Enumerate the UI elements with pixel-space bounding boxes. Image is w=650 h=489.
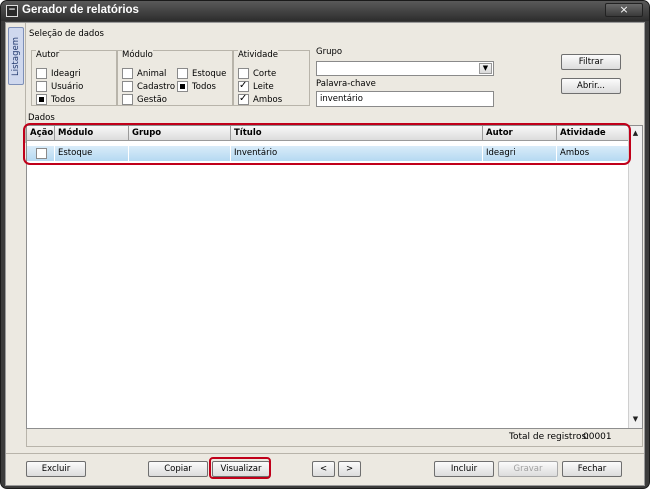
modulo-group: Módulo Animal Estoque Cadastro Todos Ges…	[117, 50, 233, 106]
excluir-button[interactable]: Excluir	[26, 461, 86, 477]
fechar-label: Fechar	[577, 464, 607, 474]
modulo-option-cadastro[interactable]: Cadastro	[122, 81, 175, 92]
data-grid: Ação Módulo Grupo Título Autor Atividade…	[26, 125, 643, 429]
next-label: >	[345, 464, 354, 474]
incluir-button[interactable]: Incluir	[434, 461, 494, 477]
modulo-option-gestao[interactable]: Gestão	[122, 94, 167, 105]
usuario-checkbox[interactable]	[36, 81, 47, 92]
visualizar-label: Visualizar	[220, 464, 262, 474]
row-action-checkbox[interactable]	[36, 148, 47, 159]
next-button[interactable]: >	[338, 461, 361, 477]
copiar-label: Copiar	[164, 464, 192, 474]
autor-option-ideagri[interactable]: Ideagri	[36, 68, 81, 79]
column-header-modulo[interactable]: Módulo	[55, 126, 129, 141]
incluir-label: Incluir	[450, 464, 478, 474]
column-header-titulo[interactable]: Título	[231, 126, 483, 141]
grupo-combobox[interactable]: ▼	[316, 61, 494, 76]
estoque-checkbox[interactable]	[177, 68, 188, 79]
leite-checkbox[interactable]	[238, 80, 249, 92]
column-header-grupo[interactable]: Grupo	[129, 126, 231, 141]
modulo-option-estoque[interactable]: Estoque	[177, 68, 226, 79]
data-section-title: Dados	[28, 113, 55, 123]
tab-listagem-label: Listagem	[11, 37, 21, 77]
previous-label: <	[319, 464, 328, 474]
autor-option-todos[interactable]: Todos	[36, 94, 75, 105]
vertical-scrollbar[interactable]: ▲ ▼	[628, 126, 642, 428]
option-label: Gestão	[137, 94, 167, 105]
option-label: Leite	[253, 81, 274, 92]
row-cell-grupo	[129, 146, 231, 161]
autor-group-title: Autor	[36, 50, 60, 60]
gestao-checkbox[interactable]	[122, 94, 133, 105]
row-cell-titulo: Inventário	[231, 146, 483, 161]
grid-header: Ação Módulo Grupo Título Autor Atividade	[27, 126, 629, 141]
modulo-option-animal[interactable]: Animal	[122, 68, 166, 79]
option-label: Usuário	[51, 81, 84, 92]
row-cell-autor: Ideagri	[483, 146, 557, 161]
cadastro-checkbox[interactable]	[122, 81, 133, 92]
autor-option-usuario[interactable]: Usuário	[36, 81, 83, 92]
animal-checkbox[interactable]	[122, 68, 133, 79]
selection-title: Seleção de dados	[29, 29, 104, 39]
option-label: Estoque	[192, 68, 227, 79]
modulo-group-title: Módulo	[122, 50, 153, 60]
table-row[interactable]: Estoque Inventário Ideagri Ambos	[27, 146, 629, 161]
visualizar-button[interactable]: Visualizar	[212, 461, 270, 477]
atividade-option-leite[interactable]: Leite	[238, 80, 274, 92]
copiar-button[interactable]: Copiar	[148, 461, 208, 477]
close-button[interactable]: ×	[605, 3, 643, 17]
tab-listagem[interactable]: Listagem	[8, 27, 24, 85]
abrir-button[interactable]: Abrir...	[561, 78, 621, 94]
total-records-value: 00001	[583, 432, 612, 442]
ideagri-checkbox[interactable]	[36, 68, 47, 79]
gravar-label: Gravar	[513, 464, 543, 474]
abrir-label: Abrir...	[577, 81, 605, 91]
ambos-checkbox[interactable]	[238, 93, 249, 105]
option-label: Corte	[253, 68, 277, 79]
row-cell-atividade: Ambos	[560, 148, 590, 158]
grupo-label: Grupo	[316, 47, 343, 57]
title-bar: − Gerador de relatórios ×	[1, 1, 649, 21]
previous-button[interactable]: <	[312, 461, 335, 477]
option-label: Ambos	[253, 94, 283, 105]
fechar-button[interactable]: Fechar	[562, 461, 622, 477]
modulo-option-todos[interactable]: Todos	[177, 81, 216, 92]
window-title: Gerador de relatórios	[22, 4, 139, 16]
option-label: Todos	[51, 94, 75, 105]
chevron-down-icon[interactable]: ▼	[479, 63, 492, 74]
corte-checkbox[interactable]	[238, 68, 249, 79]
palavra-chave-label: Palavra-chave	[316, 79, 376, 89]
option-label: Animal	[137, 68, 167, 79]
row-cell-modulo: Estoque	[55, 146, 129, 161]
todos-checkbox[interactable]	[36, 94, 47, 105]
column-header-atividade[interactable]: Atividade	[557, 126, 629, 141]
scroll-up-icon[interactable]: ▲	[630, 128, 641, 139]
row-cell-acao	[27, 146, 55, 161]
filtrar-button[interactable]: Filtrar	[561, 54, 621, 70]
palavra-chave-input[interactable]: inventário	[316, 91, 494, 107]
atividade-option-ambos[interactable]: Ambos	[238, 93, 283, 105]
window-menu-icon[interactable]: −	[6, 5, 18, 17]
scroll-down-icon[interactable]: ▼	[630, 414, 641, 425]
column-header-autor[interactable]: Autor	[483, 126, 557, 141]
column-header-acao[interactable]: Ação	[27, 126, 55, 141]
filtrar-label: Filtrar	[578, 57, 604, 67]
atividade-group-title: Atividade	[238, 50, 278, 60]
autor-group: Autor Ideagri Usuário Todos	[31, 50, 117, 106]
atividade-group: Atividade Corte Leite Ambos	[233, 50, 310, 106]
todos-checkbox[interactable]	[177, 81, 188, 92]
report-generator-window: − Gerador de relatórios × Listagem Seleç…	[0, 0, 650, 489]
option-label: Cadastro	[137, 81, 176, 92]
option-label: Todos	[192, 81, 216, 92]
excluir-label: Excluir	[41, 464, 71, 474]
option-label: Ideagri	[51, 68, 81, 79]
gravar-button[interactable]: Gravar	[498, 461, 558, 477]
client-area: Listagem Seleção de dados Autor Ideagri …	[5, 22, 645, 486]
atividade-option-corte[interactable]: Corte	[238, 68, 276, 79]
total-records-label: Total de registros:	[509, 432, 590, 442]
status-bar: Total de registros: 00001	[26, 429, 643, 447]
